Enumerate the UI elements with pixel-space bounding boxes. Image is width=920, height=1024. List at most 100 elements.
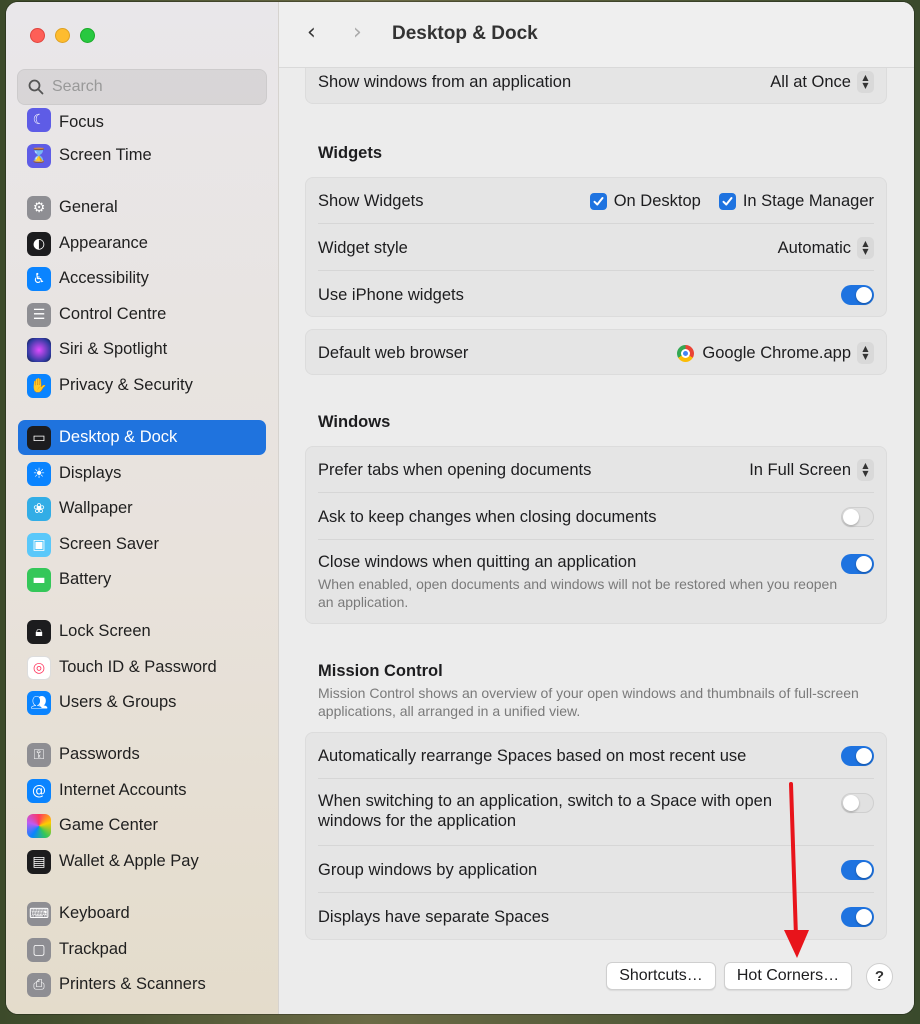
search-input[interactable] <box>52 78 252 96</box>
sidebar-item-screen-time[interactable]: ⌛ Screen Time <box>18 138 266 173</box>
widgets-group: Show Widgets On Desktop In Stage Manager <box>305 177 887 317</box>
back-button[interactable]: ‹ <box>307 20 316 45</box>
default-browser-popup[interactable]: Google Chrome.app ▲ ▼ <box>677 342 874 364</box>
sidebar-item-battery[interactable]: ▬ Battery <box>18 562 266 597</box>
sidebar-item-label: Wallpaper <box>59 499 133 517</box>
divider <box>318 539 874 540</box>
separate-spaces-toggle[interactable] <box>841 907 874 927</box>
sidebar-item-label: Siri & Spotlight <box>59 340 168 358</box>
at-icon: @ <box>27 778 51 803</box>
sidebar-item-label: Lock Screen <box>59 622 151 640</box>
default-browser-row: Default web browser Google Chrome.app ▲ ▼ <box>318 342 874 364</box>
game-center-icon <box>27 813 51 838</box>
zoom-window-button[interactable] <box>80 28 95 43</box>
sidebar-item-label: Touch ID & Password <box>59 658 217 676</box>
gear-icon: ⚙ <box>27 195 51 220</box>
widget-style-value: Automatic <box>777 238 851 257</box>
sidebar-item-privacy-security[interactable]: ✋ Privacy & Security <box>18 368 266 403</box>
show-widgets-label: Show Widgets <box>318 191 424 210</box>
help-button[interactable]: ? <box>866 963 893 990</box>
sidebar-item-displays[interactable]: ☀ Displays <box>18 456 266 491</box>
trackpad-icon: ▢ <box>27 937 51 962</box>
sidebar-item-general[interactable]: ⚙ General <box>18 190 266 225</box>
printer-icon: ⎙ <box>27 972 51 997</box>
sidebar-item-focus[interactable]: ☾ Focus <box>18 104 266 134</box>
sidebar-item-wallpaper[interactable]: ❀ Wallpaper <box>18 491 266 526</box>
close-window-button[interactable] <box>30 28 45 43</box>
sidebar-item-label: Keyboard <box>59 904 130 922</box>
widget-style-popup[interactable]: Automatic ▲ ▼ <box>778 237 874 259</box>
sidebar-item-accessibility[interactable]: ♿ Accessibility <box>18 261 266 296</box>
lock-icon: 🔒︎ <box>27 619 51 644</box>
sidebar-item-touch-id[interactable]: ◎ Touch ID & Password <box>18 650 266 685</box>
stepper-icon: ▲ ▼ <box>857 459 874 481</box>
sidebar-item-trackpad[interactable]: ▢ Trackpad <box>18 932 266 967</box>
divider <box>318 223 874 224</box>
sidebar-list: ☾ Focus ⌛ Screen Time ⚙ General ◐ Appear… <box>18 104 268 1014</box>
use-iphone-widgets-label: Use iPhone widgets <box>318 285 464 304</box>
fingerprint-icon: ◎ <box>27 655 51 680</box>
screen-saver-icon: ▣ <box>27 532 51 557</box>
divider <box>318 492 874 493</box>
flower-icon: ❀ <box>27 496 51 521</box>
widget-style-label: Widget style <box>318 238 408 257</box>
shortcuts-button[interactable]: Shortcuts… <box>606 962 716 990</box>
sidebar-item-lock-screen[interactable]: 🔒︎ Lock Screen <box>18 614 266 649</box>
sidebar-item-label: Users & Groups <box>59 693 177 711</box>
minimize-window-button[interactable] <box>55 28 70 43</box>
switch-space-toggle[interactable] <box>841 793 874 813</box>
close-windows-row: Close windows when quitting an applicati… <box>318 553 874 613</box>
widgets-heading: Widgets <box>318 144 383 162</box>
sidebar-item-desktop-dock[interactable]: ▭ Desktop & Dock <box>18 420 266 455</box>
sidebar: ☾ Focus ⌛ Screen Time ⚙ General ◐ Appear… <box>6 2 279 1014</box>
windows-heading: Windows <box>318 413 391 431</box>
annotation-arrow <box>784 782 809 958</box>
sidebar-item-label: Trackpad <box>59 940 128 958</box>
show-windows-popup[interactable]: All at Once ▲ ▼ <box>770 71 874 93</box>
auto-rearrange-row: Automatically rearrange Spaces based on … <box>318 745 874 767</box>
auto-rearrange-toggle[interactable] <box>841 746 874 766</box>
close-windows-toggle[interactable] <box>841 554 874 574</box>
on-desktop-checkbox[interactable]: On Desktop <box>589 192 701 211</box>
separate-spaces-label: Displays have separate Spaces <box>318 907 550 926</box>
sidebar-item-control-centre[interactable]: ☰ Control Centre <box>18 297 266 332</box>
ask-keep-changes-toggle[interactable] <box>841 507 874 527</box>
prefer-tabs-popup[interactable]: In Full Screen ▲ ▼ <box>749 459 874 481</box>
sidebar-item-label: Focus <box>59 113 104 131</box>
in-stage-manager-checkbox[interactable]: In Stage Manager <box>718 192 874 211</box>
sidebar-item-label: Passwords <box>59 745 140 763</box>
ask-keep-changes-row: Ask to keep changes when closing documen… <box>318 506 874 528</box>
wallet-icon: ▤ <box>27 849 51 874</box>
search-icon <box>28 79 44 95</box>
search-field[interactable] <box>17 69 267 105</box>
control-centre-icon: ☰ <box>27 302 51 327</box>
window-controls <box>30 28 95 43</box>
sidebar-item-game-center[interactable]: Game Center <box>18 808 266 843</box>
toolbar: ‹ › Desktop & Dock <box>279 2 914 68</box>
sidebar-item-wallet[interactable]: ▤ Wallet & Apple Pay <box>18 844 266 879</box>
sidebar-item-appearance[interactable]: ◐ Appearance <box>18 226 266 261</box>
sidebar-item-internet-accounts[interactable]: @ Internet Accounts <box>18 773 266 808</box>
divider <box>318 270 874 271</box>
sidebar-item-passwords[interactable]: ⚿ Passwords <box>18 737 266 772</box>
sidebar-item-siri-spotlight[interactable]: Siri & Spotlight <box>18 332 266 367</box>
show-windows-label: Show windows from an application <box>318 72 572 91</box>
chrome-icon <box>677 344 695 362</box>
sidebar-item-label: Internet Accounts <box>59 781 187 799</box>
close-windows-description: When enabled, open documents and windows… <box>318 576 838 610</box>
sidebar-item-users-groups[interactable]: 👥︎ Users & Groups <box>18 685 266 720</box>
use-iphone-widgets-toggle[interactable] <box>841 285 874 305</box>
sidebar-item-label: General <box>59 198 118 216</box>
forward-button[interactable]: › <box>353 20 362 45</box>
hand-icon: ✋ <box>27 373 51 398</box>
appearance-icon: ◐ <box>27 231 51 256</box>
sidebar-item-screen-saver[interactable]: ▣ Screen Saver <box>18 527 266 562</box>
sidebar-item-printers[interactable]: ⎙ Printers & Scanners <box>18 967 266 1002</box>
hot-corners-button[interactable]: Hot Corners… <box>724 962 852 990</box>
page-title: Desktop & Dock <box>392 23 538 44</box>
sidebar-item-keyboard[interactable]: ⌨ Keyboard <box>18 896 266 931</box>
hourglass-icon: ⌛ <box>27 143 51 168</box>
group-windows-toggle[interactable] <box>841 860 874 880</box>
widget-style-row: Widget style Automatic ▲ ▼ <box>318 237 874 259</box>
accessibility-icon: ♿ <box>27 266 51 291</box>
